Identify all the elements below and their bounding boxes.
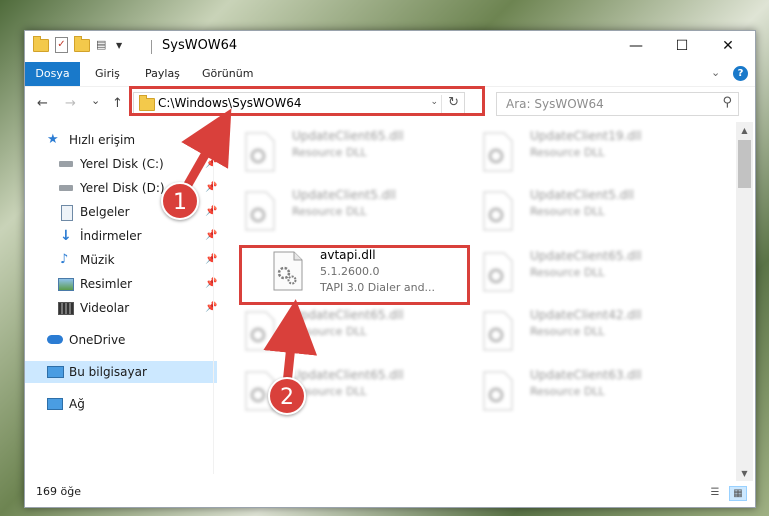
- annotation-arrows: [179, 108, 318, 391]
- arrow-2: [263, 299, 318, 385]
- step-2-marker: 2: [268, 377, 306, 415]
- step-1-marker: 1: [161, 182, 199, 220]
- arrow-1: [181, 108, 232, 191]
